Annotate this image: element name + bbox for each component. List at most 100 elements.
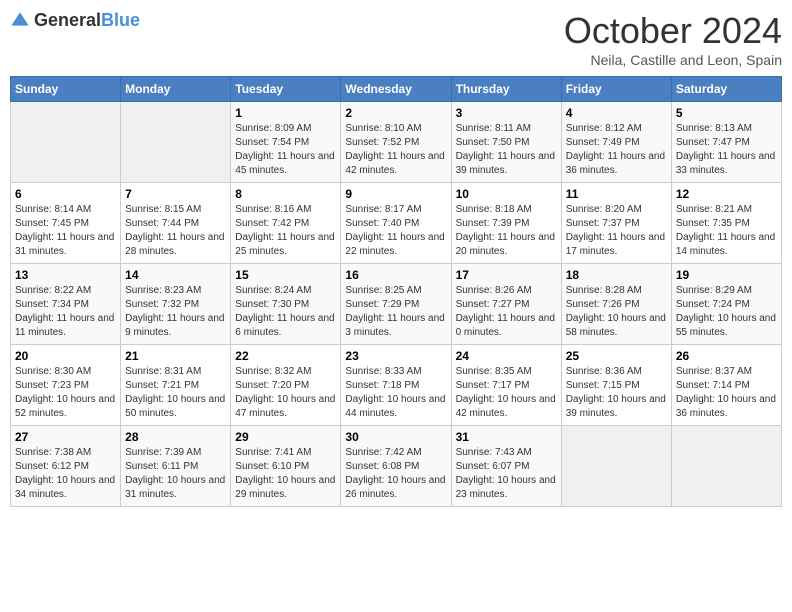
- calendar-cell: 2 Sunrise: 8:10 AM Sunset: 7:52 PM Dayli…: [341, 102, 451, 183]
- day-number: 18: [566, 268, 667, 282]
- weekday-row: Sunday Monday Tuesday Wednesday Thursday…: [11, 77, 782, 102]
- weekday-tuesday: Tuesday: [231, 77, 341, 102]
- calendar-cell: 19 Sunrise: 8:29 AM Sunset: 7:24 PM Dayl…: [671, 264, 781, 345]
- day-info: Sunrise: 8:31 AM Sunset: 7:21 PM Dayligh…: [125, 365, 226, 421]
- day-number: 17: [456, 268, 557, 282]
- day-info: Sunrise: 8:24 AM Sunset: 7:30 PM Dayligh…: [235, 284, 336, 340]
- calendar-cell: 4 Sunrise: 8:12 AM Sunset: 7:49 PM Dayli…: [561, 102, 671, 183]
- calendar-cell: 24 Sunrise: 8:35 AM Sunset: 7:17 PM Dayl…: [451, 345, 561, 426]
- day-number: 23: [345, 349, 446, 363]
- title-block: October 2024 Neila, Castille and Leon, S…: [564, 10, 782, 68]
- calendar-cell: 21 Sunrise: 8:31 AM Sunset: 7:21 PM Dayl…: [121, 345, 231, 426]
- day-info: Sunrise: 8:12 AM Sunset: 7:49 PM Dayligh…: [566, 122, 667, 178]
- day-info: Sunrise: 8:32 AM Sunset: 7:20 PM Dayligh…: [235, 365, 336, 421]
- logo-text-general: General: [34, 10, 101, 30]
- logo-text-blue: Blue: [101, 10, 140, 30]
- calendar-body: 1 Sunrise: 8:09 AM Sunset: 7:54 PM Dayli…: [11, 102, 782, 507]
- weekday-wednesday: Wednesday: [341, 77, 451, 102]
- calendar-cell: 18 Sunrise: 8:28 AM Sunset: 7:26 PM Dayl…: [561, 264, 671, 345]
- day-number: 6: [15, 187, 116, 201]
- calendar-cell: 25 Sunrise: 8:36 AM Sunset: 7:15 PM Dayl…: [561, 345, 671, 426]
- day-number: 12: [676, 187, 777, 201]
- day-number: 7: [125, 187, 226, 201]
- day-info: Sunrise: 8:35 AM Sunset: 7:17 PM Dayligh…: [456, 365, 557, 421]
- day-info: Sunrise: 7:42 AM Sunset: 6:08 PM Dayligh…: [345, 446, 446, 502]
- month-title: October 2024: [564, 10, 782, 52]
- day-info: Sunrise: 8:30 AM Sunset: 7:23 PM Dayligh…: [15, 365, 116, 421]
- calendar-cell: 23 Sunrise: 8:33 AM Sunset: 7:18 PM Dayl…: [341, 345, 451, 426]
- day-info: Sunrise: 8:21 AM Sunset: 7:35 PM Dayligh…: [676, 203, 777, 259]
- day-info: Sunrise: 7:39 AM Sunset: 6:11 PM Dayligh…: [125, 446, 226, 502]
- day-number: 30: [345, 430, 446, 444]
- day-number: 19: [676, 268, 777, 282]
- day-info: Sunrise: 8:29 AM Sunset: 7:24 PM Dayligh…: [676, 284, 777, 340]
- day-number: 22: [235, 349, 336, 363]
- calendar-week-1: 6 Sunrise: 8:14 AM Sunset: 7:45 PM Dayli…: [11, 183, 782, 264]
- calendar-cell: 30 Sunrise: 7:42 AM Sunset: 6:08 PM Dayl…: [341, 426, 451, 507]
- calendar-week-4: 27 Sunrise: 7:38 AM Sunset: 6:12 PM Dayl…: [11, 426, 782, 507]
- day-info: Sunrise: 8:14 AM Sunset: 7:45 PM Dayligh…: [15, 203, 116, 259]
- day-number: 13: [15, 268, 116, 282]
- day-number: 9: [345, 187, 446, 201]
- calendar-cell: [671, 426, 781, 507]
- day-info: Sunrise: 7:43 AM Sunset: 6:07 PM Dayligh…: [456, 446, 557, 502]
- weekday-saturday: Saturday: [671, 77, 781, 102]
- weekday-thursday: Thursday: [451, 77, 561, 102]
- day-info: Sunrise: 8:36 AM Sunset: 7:15 PM Dayligh…: [566, 365, 667, 421]
- day-number: 8: [235, 187, 336, 201]
- calendar-cell: 11 Sunrise: 8:20 AM Sunset: 7:37 PM Dayl…: [561, 183, 671, 264]
- calendar-cell: 29 Sunrise: 7:41 AM Sunset: 6:10 PM Dayl…: [231, 426, 341, 507]
- day-number: 4: [566, 106, 667, 120]
- day-number: 1: [235, 106, 336, 120]
- day-number: 10: [456, 187, 557, 201]
- calendar-cell: 10 Sunrise: 8:18 AM Sunset: 7:39 PM Dayl…: [451, 183, 561, 264]
- calendar-cell: 27 Sunrise: 7:38 AM Sunset: 6:12 PM Dayl…: [11, 426, 121, 507]
- calendar-cell: 20 Sunrise: 8:30 AM Sunset: 7:23 PM Dayl…: [11, 345, 121, 426]
- day-number: 31: [456, 430, 557, 444]
- calendar-cell: 6 Sunrise: 8:14 AM Sunset: 7:45 PM Dayli…: [11, 183, 121, 264]
- day-info: Sunrise: 8:37 AM Sunset: 7:14 PM Dayligh…: [676, 365, 777, 421]
- day-number: 24: [456, 349, 557, 363]
- day-info: Sunrise: 8:09 AM Sunset: 7:54 PM Dayligh…: [235, 122, 336, 178]
- day-info: Sunrise: 8:22 AM Sunset: 7:34 PM Dayligh…: [15, 284, 116, 340]
- calendar-cell: 9 Sunrise: 8:17 AM Sunset: 7:40 PM Dayli…: [341, 183, 451, 264]
- calendar-cell: 31 Sunrise: 7:43 AM Sunset: 6:07 PM Dayl…: [451, 426, 561, 507]
- day-info: Sunrise: 8:15 AM Sunset: 7:44 PM Dayligh…: [125, 203, 226, 259]
- calendar-cell: 15 Sunrise: 8:24 AM Sunset: 7:30 PM Dayl…: [231, 264, 341, 345]
- calendar-cell: [561, 426, 671, 507]
- day-info: Sunrise: 8:33 AM Sunset: 7:18 PM Dayligh…: [345, 365, 446, 421]
- day-number: 2: [345, 106, 446, 120]
- weekday-sunday: Sunday: [11, 77, 121, 102]
- calendar-week-3: 20 Sunrise: 8:30 AM Sunset: 7:23 PM Dayl…: [11, 345, 782, 426]
- calendar-cell: [11, 102, 121, 183]
- calendar-table: Sunday Monday Tuesday Wednesday Thursday…: [10, 76, 782, 507]
- calendar-cell: 14 Sunrise: 8:23 AM Sunset: 7:32 PM Dayl…: [121, 264, 231, 345]
- day-info: Sunrise: 8:13 AM Sunset: 7:47 PM Dayligh…: [676, 122, 777, 178]
- day-info: Sunrise: 7:41 AM Sunset: 6:10 PM Dayligh…: [235, 446, 336, 502]
- calendar-cell: 12 Sunrise: 8:21 AM Sunset: 7:35 PM Dayl…: [671, 183, 781, 264]
- calendar-week-2: 13 Sunrise: 8:22 AM Sunset: 7:34 PM Dayl…: [11, 264, 782, 345]
- day-info: Sunrise: 8:11 AM Sunset: 7:50 PM Dayligh…: [456, 122, 557, 178]
- calendar-cell: 26 Sunrise: 8:37 AM Sunset: 7:14 PM Dayl…: [671, 345, 781, 426]
- day-info: Sunrise: 8:18 AM Sunset: 7:39 PM Dayligh…: [456, 203, 557, 259]
- day-number: 5: [676, 106, 777, 120]
- day-number: 29: [235, 430, 336, 444]
- location: Neila, Castille and Leon, Spain: [564, 52, 782, 68]
- calendar-cell: 5 Sunrise: 8:13 AM Sunset: 7:47 PM Dayli…: [671, 102, 781, 183]
- day-info: Sunrise: 8:17 AM Sunset: 7:40 PM Dayligh…: [345, 203, 446, 259]
- calendar-cell: 22 Sunrise: 8:32 AM Sunset: 7:20 PM Dayl…: [231, 345, 341, 426]
- day-number: 11: [566, 187, 667, 201]
- calendar-cell: 13 Sunrise: 8:22 AM Sunset: 7:34 PM Dayl…: [11, 264, 121, 345]
- weekday-friday: Friday: [561, 77, 671, 102]
- logo-icon: [10, 11, 30, 31]
- calendar-cell: 1 Sunrise: 8:09 AM Sunset: 7:54 PM Dayli…: [231, 102, 341, 183]
- calendar-header: Sunday Monday Tuesday Wednesday Thursday…: [11, 77, 782, 102]
- day-number: 3: [456, 106, 557, 120]
- day-number: 21: [125, 349, 226, 363]
- calendar-week-0: 1 Sunrise: 8:09 AM Sunset: 7:54 PM Dayli…: [11, 102, 782, 183]
- page-header: GeneralBlue October 2024 Neila, Castille…: [10, 10, 782, 68]
- day-info: Sunrise: 8:28 AM Sunset: 7:26 PM Dayligh…: [566, 284, 667, 340]
- day-info: Sunrise: 7:38 AM Sunset: 6:12 PM Dayligh…: [15, 446, 116, 502]
- weekday-monday: Monday: [121, 77, 231, 102]
- day-info: Sunrise: 8:26 AM Sunset: 7:27 PM Dayligh…: [456, 284, 557, 340]
